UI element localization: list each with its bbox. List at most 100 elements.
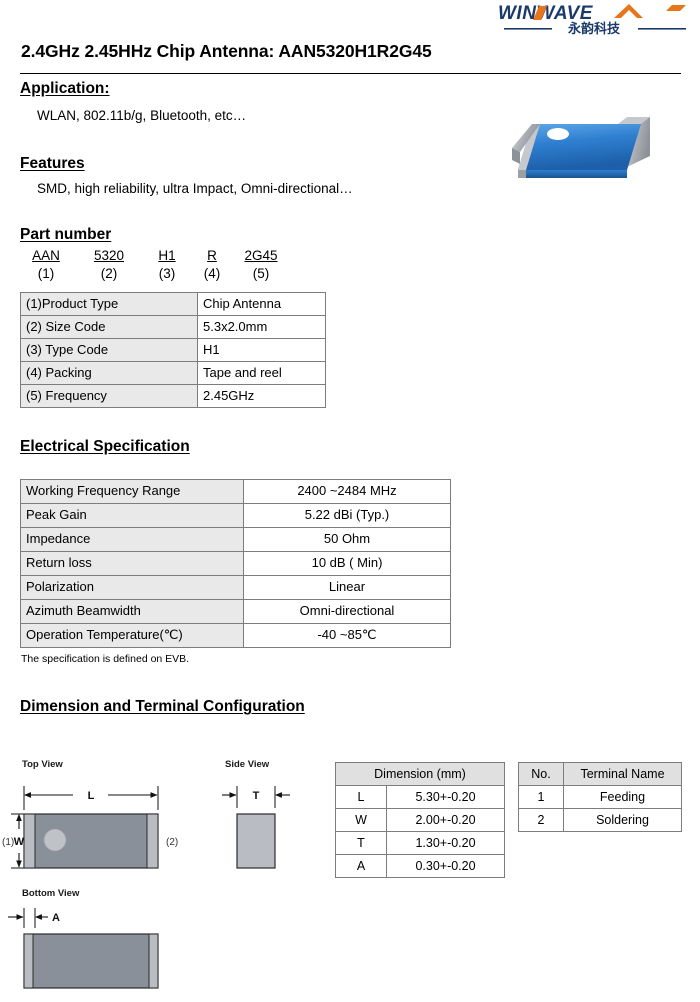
table-row: Working Frequency Range 2400 ~2484 MHz xyxy=(20,479,451,504)
bottom-view-title: Bottom View xyxy=(22,888,80,899)
part-number-value: Chip Antenna xyxy=(197,292,326,316)
spec-key: Azimuth Beamwidth xyxy=(20,599,244,624)
part-number-index: (2) xyxy=(100,266,118,281)
part-number-code: 2G45 xyxy=(244,248,278,263)
table-row: Operation Temperature(℃) -40 ~85℃ xyxy=(20,623,451,648)
part-number-index: (4) xyxy=(203,266,221,281)
part-number-code: H1 xyxy=(158,248,176,263)
dimension-value: 2.00+-0.20 xyxy=(386,808,505,832)
spec-key: Operation Temperature(℃) xyxy=(20,623,244,648)
dimension-drawings: Top View L W (1) (2) Side View T Bottom … xyxy=(0,750,340,997)
part-number-table: (1)Product Type Chip Antenna (2) Size Co… xyxy=(20,292,326,408)
application-heading: Application: xyxy=(20,80,110,97)
terminal-name: Soldering xyxy=(563,808,682,832)
part-number-index: (5) xyxy=(252,266,270,281)
table-header-row: Dimension (mm) xyxy=(335,762,505,786)
spec-value: Linear xyxy=(243,575,451,600)
bottom-view-terminal-right xyxy=(148,933,159,989)
features-text: SMD, high reliability, ultra Impact, Omn… xyxy=(37,181,353,196)
spec-key: Working Frequency Range xyxy=(20,479,244,504)
top-view-pin1-label: (1) xyxy=(2,837,14,848)
dimension-symbol: T xyxy=(335,831,387,855)
top-view-dim-l: L xyxy=(88,790,95,802)
part-number-code: 5320 xyxy=(93,248,125,263)
side-view-dim-t: T xyxy=(253,790,260,802)
dimension-symbol: L xyxy=(335,785,387,809)
terminal-table: No. Terminal Name 1 Feeding 2 Soldering xyxy=(518,762,682,832)
table-header-row: No. Terminal Name xyxy=(518,762,682,786)
electrical-spec-table: Working Frequency Range 2400 ~2484 MHz P… xyxy=(20,479,451,648)
part-number-segment: AAN (1) xyxy=(20,248,72,281)
spec-value: 2400 ~2484 MHz xyxy=(243,479,451,504)
photo-terminal-left-front xyxy=(518,170,526,178)
table-row: A 0.30+-0.20 xyxy=(335,854,505,878)
logo-rule-left xyxy=(504,28,552,30)
part-number-segment: 2G45 (5) xyxy=(234,248,288,281)
spec-key: Return loss xyxy=(20,551,244,576)
product-photo-svg xyxy=(512,117,650,178)
bottom-view-dim-a: A xyxy=(52,912,60,924)
dimension-heading: Dimension and Terminal Configuration xyxy=(20,698,305,715)
logo-svg: WINWAVE 永韵科技 xyxy=(498,3,686,36)
part-number-code: AAN xyxy=(32,248,60,263)
top-view-title: Top View xyxy=(22,759,63,770)
bottom-view-body xyxy=(23,933,159,989)
part-number-value: H1 xyxy=(197,338,326,362)
product-photo xyxy=(510,108,665,188)
page-title: 2.4GHz 2.45HHz Chip Antenna: AAN5320H1R2… xyxy=(21,41,432,61)
table-row: L 5.30+-0.20 xyxy=(335,785,505,809)
spec-value: -40 ~85℃ xyxy=(243,623,451,648)
terminal-no: 2 xyxy=(518,808,564,832)
part-number-index: (1) xyxy=(37,266,55,281)
title-divider xyxy=(20,73,681,74)
spec-value: Omni-directional xyxy=(243,599,451,624)
top-view-dim-w: W xyxy=(14,836,25,848)
logo-rule-right xyxy=(638,28,686,30)
table-row: W 2.00+-0.20 xyxy=(335,808,505,832)
terminal-name-header: Terminal Name xyxy=(563,762,682,786)
drawings-svg: Top View L W (1) (2) Side View T Bottom … xyxy=(2,759,290,989)
terminal-name: Feeding xyxy=(563,785,682,809)
top-view-terminal-right xyxy=(146,813,159,869)
dimension-value: 1.30+-0.20 xyxy=(386,831,505,855)
dimension-table: Dimension (mm) L 5.30+-0.20 W 2.00+-0.20… xyxy=(335,762,505,878)
top-view-feeding-pad xyxy=(43,828,67,852)
top-view-terminal-left xyxy=(23,813,36,869)
part-number-code-strip: AAN (1) 5320 (2) H1 (3) R (4) 2G45 (5) xyxy=(20,248,310,286)
spec-value: 10 dB ( Min) xyxy=(243,551,451,576)
features-heading: Features xyxy=(20,155,85,172)
logo-accent-e xyxy=(666,5,686,11)
part-number-segment: H1 (3) xyxy=(148,248,186,281)
table-row: (2) Size Code 5.3x2.0mm xyxy=(20,315,326,339)
dimension-symbol: W xyxy=(335,808,387,832)
company-logo: WINWAVE 永韵科技 xyxy=(496,2,692,36)
table-row: 2 Soldering xyxy=(518,808,682,832)
dimension-value: 0.30+-0.20 xyxy=(386,854,505,878)
logo-chinese-text: 永韵科技 xyxy=(567,21,621,36)
spec-key: Impedance xyxy=(20,527,244,552)
part-number-key: (2) Size Code xyxy=(20,315,198,339)
photo-body-front xyxy=(518,170,627,178)
part-number-segment: 5320 (2) xyxy=(82,248,136,281)
part-number-code: R xyxy=(207,248,217,263)
table-row: (4) Packing Tape and reel xyxy=(20,361,326,385)
spec-key: Peak Gain xyxy=(20,503,244,528)
spec-value: 50 Ohm xyxy=(243,527,451,552)
side-view-body xyxy=(236,813,276,869)
terminal-no: 1 xyxy=(518,785,564,809)
dimension-value: 5.30+-0.20 xyxy=(386,785,505,809)
table-row: (1)Product Type Chip Antenna xyxy=(20,292,326,316)
table-row: Impedance 50 Ohm xyxy=(20,527,451,552)
part-number-value: 2.45GHz xyxy=(197,384,326,408)
part-number-key: (3) Type Code xyxy=(20,338,198,362)
spec-value: 5.22 dBi (Typ.) xyxy=(243,503,451,528)
terminal-no-header: No. xyxy=(518,762,564,786)
table-row: Polarization Linear xyxy=(20,575,451,600)
table-row: (3) Type Code H1 xyxy=(20,338,326,362)
dimension-symbol: A xyxy=(335,854,387,878)
part-number-key: (1)Product Type xyxy=(20,292,198,316)
part-number-value: Tape and reel xyxy=(197,361,326,385)
table-row: Peak Gain 5.22 dBi (Typ.) xyxy=(20,503,451,528)
bottom-view-terminal-left xyxy=(23,933,34,989)
part-number-key: (4) Packing xyxy=(20,361,198,385)
